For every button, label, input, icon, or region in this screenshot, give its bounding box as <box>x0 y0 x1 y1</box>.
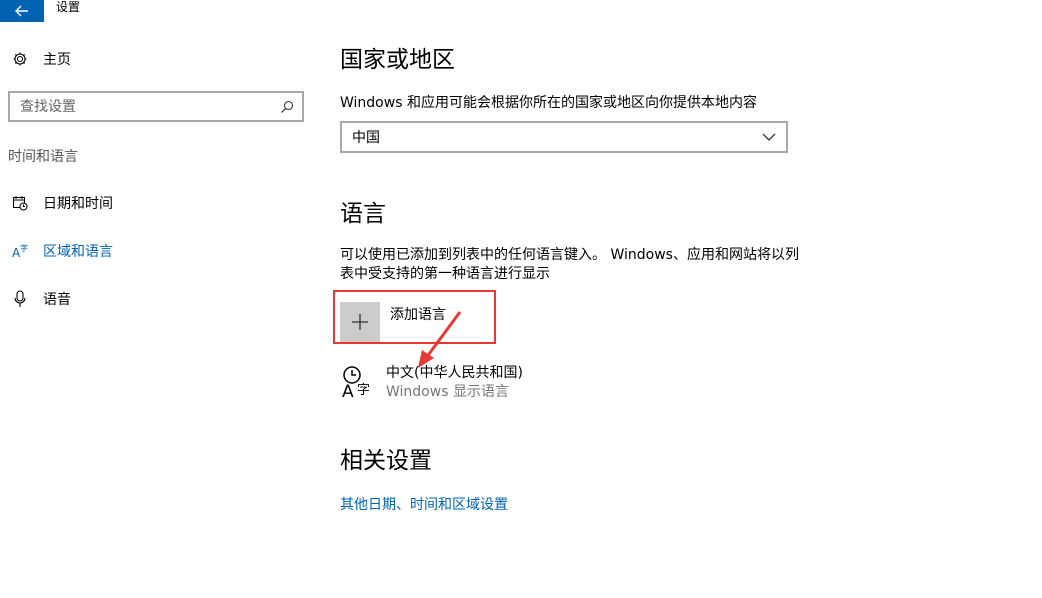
svg-text:字: 字 <box>20 243 28 253</box>
svg-text:字: 字 <box>357 383 370 398</box>
add-language-button[interactable]: 添加语言 <box>340 302 446 342</box>
sidebar-section-label: 时间和语言 <box>8 149 78 165</box>
language-name: 中文(中华人民共和国) <box>386 365 523 381</box>
selected-country: 中国 <box>352 130 380 146</box>
sidebar-item-date-time[interactable]: 日期和时间 <box>10 191 113 215</box>
plus-icon <box>340 302 380 342</box>
svg-text:A: A <box>342 382 354 400</box>
back-arrow-icon <box>15 2 29 21</box>
related-settings-link[interactable]: 其他日期、时间和区域设置 <box>340 494 508 514</box>
region-heading: 国家或地区 <box>340 47 455 73</box>
sidebar-item-label: 主页 <box>43 52 71 68</box>
sidebar-item-label: 语音 <box>43 292 71 308</box>
sidebar-item-speech[interactable]: 语音 <box>10 287 71 311</box>
app-title: 设置 <box>56 0 81 14</box>
language-list-item[interactable]: A 字 中文(中华人民共和国) Windows 显示语言 <box>340 364 523 402</box>
sidebar-item-region-language[interactable]: A 字 区域和语言 <box>10 239 113 263</box>
region-language-icon: A 字 <box>10 241 30 261</box>
add-language-label: 添加语言 <box>390 307 446 323</box>
country-region-select[interactable]: 中国 <box>340 121 788 153</box>
search-icon[interactable] <box>276 96 298 118</box>
back-button[interactable] <box>0 0 44 22</box>
language-icon: A 字 <box>340 364 376 402</box>
language-heading: 语言 <box>340 201 386 227</box>
calendar-clock-icon <box>10 193 30 213</box>
sidebar-item-home[interactable]: 主页 <box>10 47 71 71</box>
chevron-down-icon <box>762 129 776 145</box>
search-field[interactable] <box>8 91 304 122</box>
search-input[interactable] <box>10 93 276 120</box>
language-detail: Windows 显示语言 <box>386 384 509 400</box>
related-settings-heading: 相关设置 <box>340 448 432 474</box>
sidebar-item-label: 区域和语言 <box>43 244 113 260</box>
region-description: Windows 和应用可能会根据你所在的国家或地区向你提供本地内容 <box>340 95 757 111</box>
language-description: 可以使用已添加到列表中的任何语言键入。 Windows、应用和网站将以列表中受支… <box>340 247 799 282</box>
sidebar-item-label: 日期和时间 <box>43 196 113 212</box>
gear-icon <box>10 49 30 69</box>
microphone-icon <box>10 289 30 309</box>
